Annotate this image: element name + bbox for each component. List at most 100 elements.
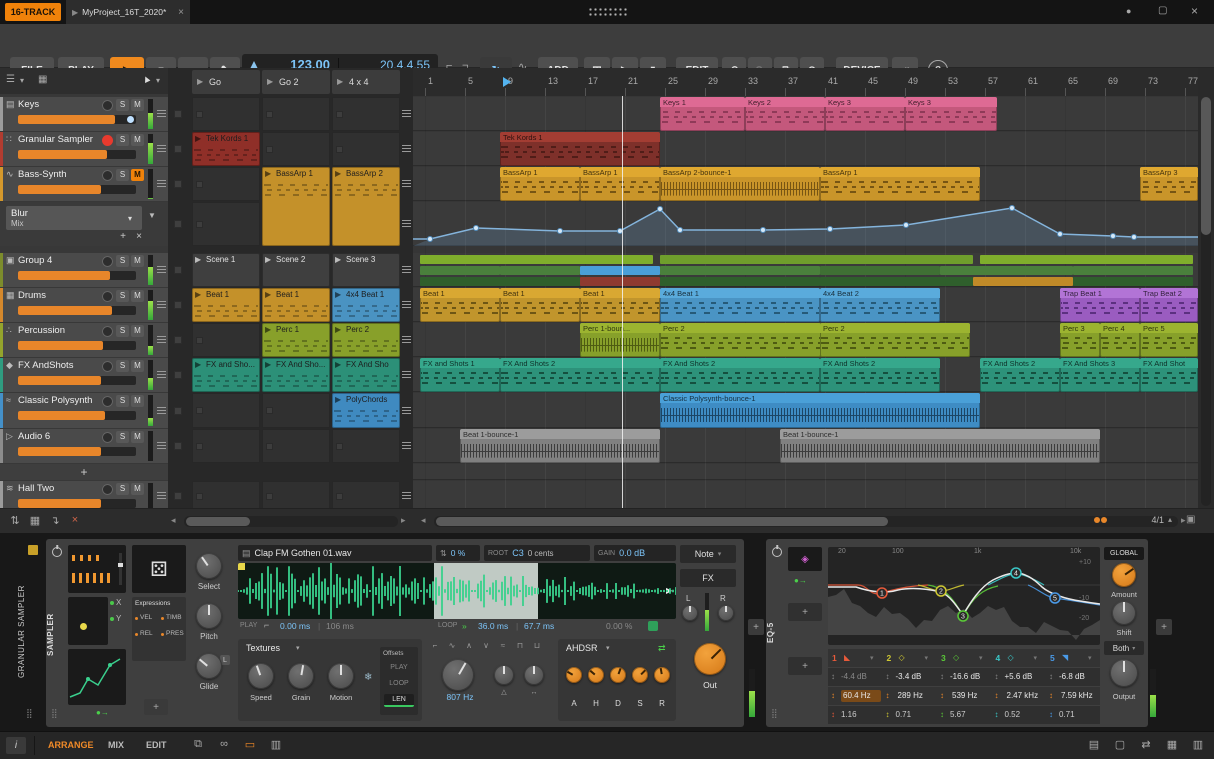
gain-chip[interactable]: GAIN 0.0 dB — [594, 545, 676, 561]
fit-view-icon[interactable]: ▣ — [1186, 514, 1198, 528]
xy-pad-dot[interactable] — [80, 623, 87, 630]
env-h-knob[interactable] — [588, 667, 604, 683]
track-header[interactable]: Audio 6 ▷ S M — [0, 429, 168, 463]
arranger-track-lane[interactable] — [413, 464, 1198, 480]
track-list-caret-icon[interactable]: ▾ — [20, 77, 24, 85]
info-button[interactable]: i — [6, 737, 26, 754]
mute-button[interactable]: M — [131, 255, 144, 267]
launcher-slot[interactable] — [192, 167, 260, 201]
pitch-knob[interactable] — [196, 603, 222, 629]
arranger-clip[interactable]: BassArp 2-bounce-1 — [660, 167, 820, 201]
track-header[interactable]: Bass-Synth ∿ S M — [0, 167, 168, 201]
arranger-clip[interactable]: Beat 1 — [500, 288, 580, 322]
track-menu-icon[interactable] — [157, 110, 166, 117]
envelope-title[interactable]: AHDSR — [566, 643, 598, 653]
band-menu-caret-icon[interactable]: ▾ — [1088, 654, 1096, 662]
solo-button[interactable]: S — [116, 325, 129, 337]
eq-band-freq[interactable]: ↕ 289 Hz — [883, 687, 937, 705]
track-header[interactable]: Classic Polysynth ≈ S M — [0, 393, 168, 428]
mute-button[interactable]: M — [131, 431, 144, 443]
eq-amount-knob[interactable] — [1112, 563, 1136, 587]
track-header[interactable]: Keys ▤ S M — [0, 97, 168, 131]
track-menu-icon[interactable] — [157, 492, 166, 499]
track-options-icon[interactable] — [402, 180, 411, 187]
launcher-slot[interactable] — [192, 97, 260, 131]
eq-band-q[interactable]: ↕ 1.16 — [828, 706, 882, 724]
track-menu-icon[interactable] — [157, 442, 166, 449]
inspector-panel-icon[interactable]: ▢ — [1112, 738, 1128, 753]
solo-button[interactable]: S — [116, 483, 129, 495]
launcher-clip[interactable]: ▶ Scene 1 — [192, 253, 260, 287]
track-options-icon[interactable] — [402, 110, 411, 117]
filter-freq-knob[interactable] — [442, 659, 474, 691]
y-mod-label[interactable]: Y — [116, 615, 121, 623]
clip-stop-button[interactable] — [174, 220, 182, 228]
pin-icon[interactable]: ▼ — [148, 211, 158, 221]
app-logo[interactable]: 16-TRACK — [5, 3, 61, 21]
track-menu-icon[interactable] — [157, 406, 166, 414]
track-menu-icon[interactable] — [157, 371, 166, 378]
tool-caret-icon[interactable]: ▾ — [156, 77, 160, 85]
device-panel-toggle-icon[interactable]: ▭ — [242, 738, 258, 753]
eq-modulator-display[interactable]: ◈ — [788, 547, 822, 571]
zoom-grid-label[interactable]: 4/1 — [1140, 515, 1164, 527]
textures-caret-icon[interactable]: ▾ — [296, 645, 300, 652]
launcher-clip[interactable]: ▶ Perc 2 — [332, 323, 400, 357]
clip-stop-button[interactable] — [174, 145, 182, 153]
clip-stop-button[interactable] — [174, 336, 182, 344]
solo-button[interactable]: S — [116, 255, 129, 267]
mute-button[interactable]: M — [131, 325, 144, 337]
eq-mod-route-icon[interactable]: ●→ — [794, 577, 807, 585]
x-mod-label[interactable]: X — [116, 599, 121, 607]
track-header[interactable]: Granular Sampler ∷ S M — [0, 132, 168, 166]
eq-band-header[interactable]: 4 ◇ ▾ — [992, 649, 1046, 667]
eq5-device[interactable]: EQ-5 ⣿ ◈ ●→ + + 20 100 1k 10k +10 -10 -20 1 2 3 4 5… — [766, 539, 1148, 727]
launcher-clip[interactable]: ▶ FX And Sho... — [262, 358, 330, 392]
launcher-clip[interactable]: ▶ Perc 1 — [262, 323, 330, 357]
mod-route-icon[interactable]: ●→ — [96, 709, 109, 717]
volume-slider[interactable] — [18, 271, 136, 280]
arranger-clip[interactable]: 4x4 Beat 1 — [660, 288, 820, 322]
eq-mod-slot-2[interactable]: + — [788, 657, 822, 675]
browser-panel-icon[interactable]: ▤ — [1086, 738, 1102, 753]
arranger-clip[interactable]: Perc 5 — [1140, 323, 1198, 357]
track-header[interactable]: Percussion ∴ S M — [0, 323, 168, 357]
sampler-device[interactable]: SAMPLER ⣿ X Y ●→ ⚄ Expressions VEL TIMB … — [46, 539, 744, 727]
scene-header[interactable]: ▶ Go 2 — [262, 70, 330, 94]
play-range-icon[interactable]: ⌐ — [264, 621, 269, 630]
launcher-clip[interactable]: ▶ FX And Sho — [332, 358, 400, 392]
launcher-scroll-thumb[interactable] — [186, 517, 250, 526]
arranger-track-lane[interactable] — [413, 481, 1198, 508]
restore-icon[interactable]: ▢ — [1158, 6, 1167, 16]
add-device-end-button[interactable]: + — [1156, 619, 1172, 635]
follow-icon[interactable]: ↴ — [48, 514, 62, 528]
eq-band-q[interactable]: ↕ 0.71 — [883, 706, 937, 724]
mod-slider[interactable] — [119, 553, 122, 585]
arranger-clip[interactable]: Perc 3 — [1060, 323, 1100, 357]
band-menu-caret-icon[interactable]: ▾ — [979, 654, 987, 662]
launcher-slot[interactable] — [262, 132, 330, 166]
band-menu-caret-icon[interactable]: ▾ — [870, 654, 878, 662]
studio-io-panel-icon[interactable]: ▥ — [1190, 738, 1206, 753]
device-drag-icon[interactable]: ⣿ — [51, 709, 58, 718]
eq-band-q[interactable]: ↕ 0.71 — [1046, 706, 1100, 724]
stretch-chip[interactable]: ⇅ 0 % — [436, 545, 480, 561]
sample-file-chip[interactable]: ▤ Clap FM Gothen 01.wav — [238, 545, 432, 561]
arranger-clip[interactable]: Beat 1 — [420, 288, 500, 322]
band-menu-caret-icon[interactable]: ▾ — [1034, 654, 1042, 662]
arranger-clip[interactable]: Perc 4 — [1100, 323, 1140, 357]
eq-drag-icon[interactable]: ⣿ — [771, 709, 778, 718]
solo-button[interactable]: S — [116, 395, 129, 407]
arranger-clip[interactable]: Keys 3 — [905, 97, 997, 131]
eq-band-gain[interactable]: ↕ -3.4 dB — [883, 668, 937, 686]
expression-item[interactable]: TIMB — [166, 614, 190, 624]
mapping-browser-icon[interactable]: ⇄ — [1138, 738, 1154, 753]
monitor-button[interactable] — [102, 256, 113, 267]
eq-mod-slot-1[interactable]: + — [788, 603, 822, 621]
arranger-clip[interactable]: BassArp 1 — [580, 167, 660, 201]
waveshape-icon[interactable]: ⊔ — [530, 641, 544, 653]
track-options-icon[interactable] — [402, 145, 411, 152]
snap-mode-icon[interactable]: ⇅ — [8, 514, 22, 528]
launcher-slot[interactable] — [332, 132, 400, 166]
offset-len-button[interactable]: LEN — [384, 694, 414, 707]
